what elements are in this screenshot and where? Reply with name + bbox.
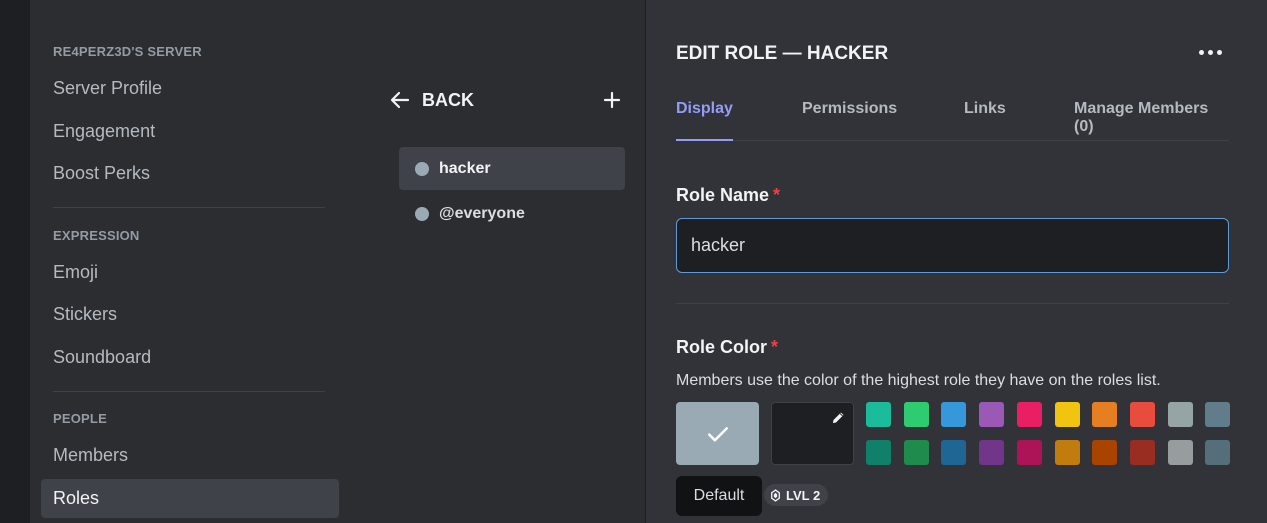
- role-name-input[interactable]: hacker: [676, 218, 1229, 273]
- default-color-swatch[interactable]: [676, 402, 759, 465]
- expression-section-header: EXPRESSION: [53, 228, 140, 243]
- role-tabs: Display Permissions Links Manage Members…: [676, 100, 1229, 141]
- color-swatch[interactable]: [979, 440, 1005, 465]
- sidebar-item-engagement[interactable]: Engagement: [41, 112, 339, 151]
- sidebar-item-stickers[interactable]: Stickers: [41, 295, 339, 334]
- sidebar-item-boost-perks[interactable]: Boost Perks: [41, 154, 339, 193]
- tab-links[interactable]: Links: [964, 100, 1006, 141]
- sidebar-item-soundboard[interactable]: Soundboard: [41, 338, 339, 377]
- color-swatch[interactable]: [1054, 440, 1080, 465]
- roles-list-panel: BACK hacker @everyone: [356, 0, 646, 523]
- required-marker: *: [773, 185, 781, 205]
- sidebar-divider: [53, 391, 325, 392]
- custom-color-swatch[interactable]: [771, 402, 854, 465]
- sidebar-item-roles[interactable]: Roles: [41, 479, 339, 518]
- role-color-dot: [415, 161, 429, 176]
- server-rail-edge: [0, 0, 30, 523]
- color-swatch[interactable]: [1054, 402, 1080, 427]
- sidebar-item-emoji[interactable]: Emoji: [41, 253, 339, 292]
- sidebar-item-members[interactable]: Members: [41, 436, 339, 475]
- role-item-everyone[interactable]: @everyone: [399, 192, 625, 235]
- tab-display[interactable]: Display: [676, 100, 733, 141]
- level-badge: LVL 2: [764, 484, 829, 506]
- sidebar-divider: [53, 207, 325, 208]
- boost-gem-icon: [771, 488, 780, 502]
- settings-sidebar: RE4PERZ3D'S SERVER Server Profile Engage…: [30, 0, 356, 523]
- role-name: hacker: [439, 159, 491, 177]
- more-dots-icon[interactable]: [1199, 50, 1222, 55]
- section-divider: [676, 303, 1229, 304]
- tab-permissions[interactable]: Permissions: [802, 100, 897, 141]
- people-section-header: PEOPLE: [53, 411, 107, 426]
- sidebar-item-server-profile[interactable]: Server Profile: [41, 69, 339, 108]
- default-tooltip: Default: [676, 476, 762, 516]
- color-swatch[interactable]: [1205, 440, 1231, 465]
- back-label: BACK: [422, 89, 474, 110]
- role-color-description: Members use the color of the highest rol…: [676, 372, 1161, 389]
- role-item-hacker[interactable]: hacker: [399, 147, 625, 190]
- role-name-label-text: Role Name: [676, 185, 770, 205]
- color-swatch[interactable]: [1205, 402, 1231, 427]
- checkmark-icon: [707, 426, 728, 441]
- server-section-header: RE4PERZ3D'S SERVER: [53, 44, 202, 59]
- role-color-label-text: Role Color: [676, 337, 768, 357]
- color-swatch[interactable]: [979, 402, 1005, 427]
- back-button[interactable]: BACK: [388, 88, 474, 112]
- color-swatch[interactable]: [1016, 402, 1042, 427]
- role-name-label: Role Name *: [676, 185, 780, 206]
- pencil-icon: [832, 412, 844, 424]
- role-name: @everyone: [439, 204, 525, 222]
- role-color-dot: [415, 206, 429, 221]
- color-swatch[interactable]: [1167, 402, 1193, 427]
- arrow-left-icon: [390, 91, 410, 109]
- color-swatch[interactable]: [941, 440, 967, 465]
- required-marker: *: [771, 337, 779, 357]
- color-swatch[interactable]: [903, 440, 929, 465]
- role-color-label: Role Color *: [676, 337, 778, 358]
- tab-manage-members[interactable]: Manage Members (0): [1074, 100, 1229, 141]
- color-swatch[interactable]: [866, 440, 891, 465]
- color-swatch[interactable]: [903, 402, 929, 427]
- color-swatch[interactable]: [866, 402, 891, 427]
- role-editor: EDIT ROLE — HACKER Display Permissions L…: [646, 0, 1267, 523]
- level-badge-text: LVL 2: [786, 487, 821, 503]
- color-swatch[interactable]: [1092, 440, 1118, 465]
- color-swatch[interactable]: [1129, 440, 1155, 465]
- plus-icon[interactable]: [600, 88, 624, 112]
- color-swatch[interactable]: [941, 402, 967, 427]
- color-swatch[interactable]: [1016, 440, 1042, 465]
- color-swatch[interactable]: [1092, 402, 1118, 427]
- color-swatch[interactable]: [1167, 440, 1193, 465]
- page-title: EDIT ROLE — HACKER: [676, 43, 889, 64]
- color-swatch[interactable]: [1129, 402, 1155, 427]
